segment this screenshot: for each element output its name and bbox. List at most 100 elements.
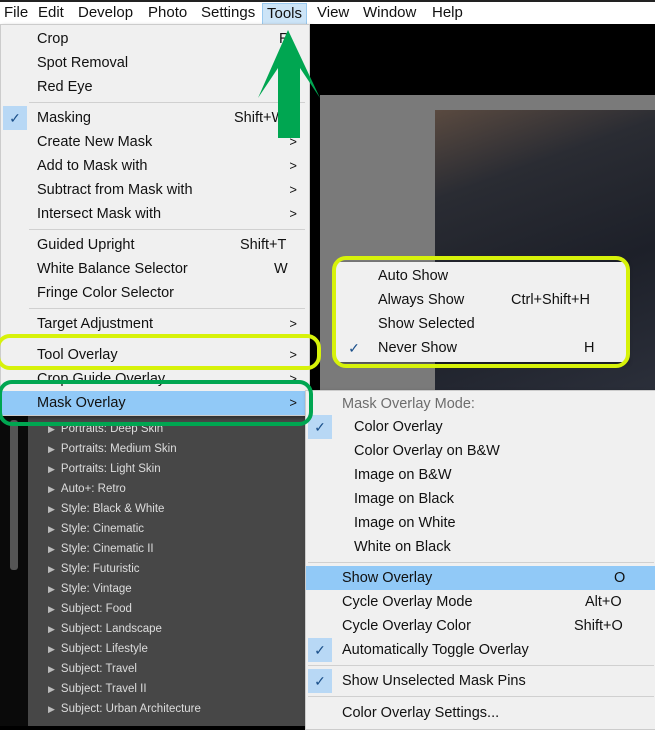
preset-item[interactable]: ▶ Subject: Urban Architecture <box>48 699 201 719</box>
preset-label: Style: Cinematic II <box>60 543 154 555</box>
menu-item-color-overlay-bw[interactable]: Color Overlay on B&W <box>306 439 655 463</box>
menu-item-image-on-bw[interactable]: Image on B&W <box>306 463 655 487</box>
tool-overlay-submenu: Auto Show Always Show Ctrl+Shift+H Show S… <box>336 262 626 362</box>
preset-label: Style: Vintage <box>60 583 132 595</box>
preset-label: Portraits: Medium Skin <box>60 443 177 455</box>
chevron-right-icon: > <box>289 347 297 362</box>
checkmark-icon: ✓ <box>3 106 27 130</box>
menu-item-crop-guide-overlay[interactable]: Crop Guide Overlay > <box>1 367 309 391</box>
preset-item[interactable]: ▶ Portraits: Deep Skin <box>48 419 163 439</box>
expand-triangle-icon: ▶ <box>48 704 55 714</box>
menu-item-image-on-black[interactable]: Image on Black <box>306 487 655 511</box>
label: White on Black <box>354 539 451 555</box>
menu-item-show-overlay[interactable]: Show Overlay O <box>306 566 655 590</box>
preset-item[interactable]: ▶ Style: Cinematic II <box>48 539 154 559</box>
label: Never Show <box>378 340 457 356</box>
menu-item-show-unselected-pins[interactable]: ✓ Show Unselected Mask Pins <box>306 669 655 693</box>
menu-item-guided-upright[interactable]: Guided Upright Shift+T <box>1 233 309 257</box>
label: Image on B&W <box>354 467 452 483</box>
preset-item[interactable]: ▶ Subject: Travel II <box>48 679 147 699</box>
label: Image on Black <box>354 491 454 507</box>
expand-triangle-icon: ▶ <box>48 664 55 674</box>
menu-item-color-overlay-settings[interactable]: Color Overlay Settings... <box>306 701 655 725</box>
menu-item-cycle-overlay-mode[interactable]: Cycle Overlay Mode Alt+O <box>306 590 655 614</box>
menu-item-target-adjustment[interactable]: Target Adjustment > <box>1 312 309 336</box>
menu-item-image-on-white[interactable]: Image on White <box>306 511 655 535</box>
label: Red Eye <box>37 79 93 95</box>
expand-triangle-icon: ▶ <box>48 564 55 574</box>
menu-item-auto-show[interactable]: Auto Show <box>336 264 626 288</box>
menu-develop[interactable]: Develop <box>74 3 137 25</box>
label: Image on White <box>354 515 456 531</box>
expand-triangle-icon: ▶ <box>48 684 55 694</box>
menu-bar: File Edit Develop Photo Settings Tools V… <box>0 0 655 25</box>
expand-triangle-icon: ▶ <box>48 624 55 634</box>
expand-triangle-icon: ▶ <box>48 584 55 594</box>
menu-item-fringe-color-selector[interactable]: Fringe Color Selector <box>1 281 309 305</box>
checkmark-icon: ✓ <box>308 669 332 693</box>
preset-label: Subject: Travel II <box>60 683 147 695</box>
preset-item[interactable]: ▶ Subject: Travel <box>48 659 137 679</box>
label: Create New Mask <box>37 134 153 150</box>
menu-view[interactable]: View <box>313 3 353 25</box>
preset-label: Style: Black & White <box>60 503 165 515</box>
menu-photo[interactable]: Photo <box>144 3 191 25</box>
menu-settings[interactable]: Settings <box>197 3 259 25</box>
label: Automatically Toggle Overlay <box>342 642 529 658</box>
preset-item[interactable]: ▶ Style: Vintage <box>48 579 132 599</box>
preset-item[interactable]: ▶ Portraits: Medium Skin <box>48 439 177 459</box>
preset-item[interactable]: ▶ Style: Futuristic <box>48 559 140 579</box>
shortcut: W <box>274 261 288 277</box>
label: Crop Guide Overlay <box>37 371 166 387</box>
preset-label: Subject: Urban Architecture <box>60 703 201 715</box>
arrow-up-icon <box>258 30 320 138</box>
preset-label: Style: Cinematic <box>60 523 145 535</box>
preset-item[interactable]: ▶ Auto+: Retro <box>48 479 126 499</box>
menu-item-mask-overlay[interactable]: Mask Overlay > <box>1 391 309 415</box>
menu-item-subtract-from-mask[interactable]: Subtract from Mask with > <box>1 178 309 202</box>
label: Always Show <box>378 292 465 308</box>
preset-item[interactable]: ▶ Subject: Lifestyle <box>48 639 148 659</box>
label: Fringe Color Selector <box>37 285 174 301</box>
expand-triangle-icon: ▶ <box>48 504 55 514</box>
panel-scrollbar[interactable] <box>10 420 18 570</box>
label: Color Overlay <box>354 419 443 435</box>
preset-item[interactable]: ▶ Subject: Landscape <box>48 619 162 639</box>
label: Intersect Mask with <box>37 206 162 222</box>
menu-item-always-show[interactable]: Always Show Ctrl+Shift+H <box>336 288 626 312</box>
label: Subtract from Mask with <box>37 182 193 198</box>
shortcut: Ctrl+Shift+H <box>511 292 590 308</box>
menu-tools[interactable]: Tools <box>262 3 308 25</box>
preset-item[interactable]: ▶ Subject: Food <box>48 599 132 619</box>
expand-triangle-icon: ▶ <box>48 424 55 434</box>
menu-item-show-selected[interactable]: Show Selected <box>336 312 626 336</box>
preset-item[interactable]: ▶ Style: Cinematic <box>48 519 144 539</box>
menu-item-tool-overlay[interactable]: Tool Overlay > <box>1 343 309 367</box>
menu-window[interactable]: Window <box>359 3 420 25</box>
chevron-right-icon: > <box>289 371 297 386</box>
chevron-right-icon: > <box>289 316 297 331</box>
shortcut: O <box>614 570 626 586</box>
menu-edit[interactable]: Edit <box>34 3 68 25</box>
menu-item-color-overlay[interactable]: ✓ Color Overlay <box>306 415 655 439</box>
label: Color Overlay Settings... <box>342 705 500 721</box>
mask-overlay-mode-header: Mask Overlay Mode: <box>306 392 655 416</box>
menu-item-add-to-mask[interactable]: Add to Mask with > <box>1 154 309 178</box>
menu-item-white-on-black[interactable]: White on Black <box>306 535 655 559</box>
mask-overlay-submenu: Mask Overlay Mode: ✓ Color Overlay Color … <box>305 390 655 730</box>
expand-triangle-icon: ▶ <box>48 644 55 654</box>
chevron-right-icon: > <box>289 182 297 197</box>
separator <box>308 665 654 666</box>
menu-item-cycle-overlay-color[interactable]: Cycle Overlay Color Shift+O <box>306 614 655 638</box>
label: Cycle Overlay Mode <box>342 594 473 610</box>
menu-item-never-show[interactable]: ✓ Never Show H <box>336 336 626 360</box>
preset-item[interactable]: ▶ Style: Black & White <box>48 499 164 519</box>
menu-item-intersect-mask[interactable]: Intersect Mask with > <box>1 202 309 226</box>
preset-item[interactable]: ▶ Portraits: Light Skin <box>48 459 161 479</box>
label: Cycle Overlay Color <box>342 618 471 634</box>
menu-item-auto-toggle-overlay[interactable]: ✓ Automatically Toggle Overlay <box>306 638 655 662</box>
shortcut: Alt+O <box>585 594 622 610</box>
menu-item-white-balance-selector[interactable]: White Balance Selector W <box>1 257 309 281</box>
menu-file[interactable]: File <box>0 3 32 25</box>
menu-help[interactable]: Help <box>428 3 467 25</box>
